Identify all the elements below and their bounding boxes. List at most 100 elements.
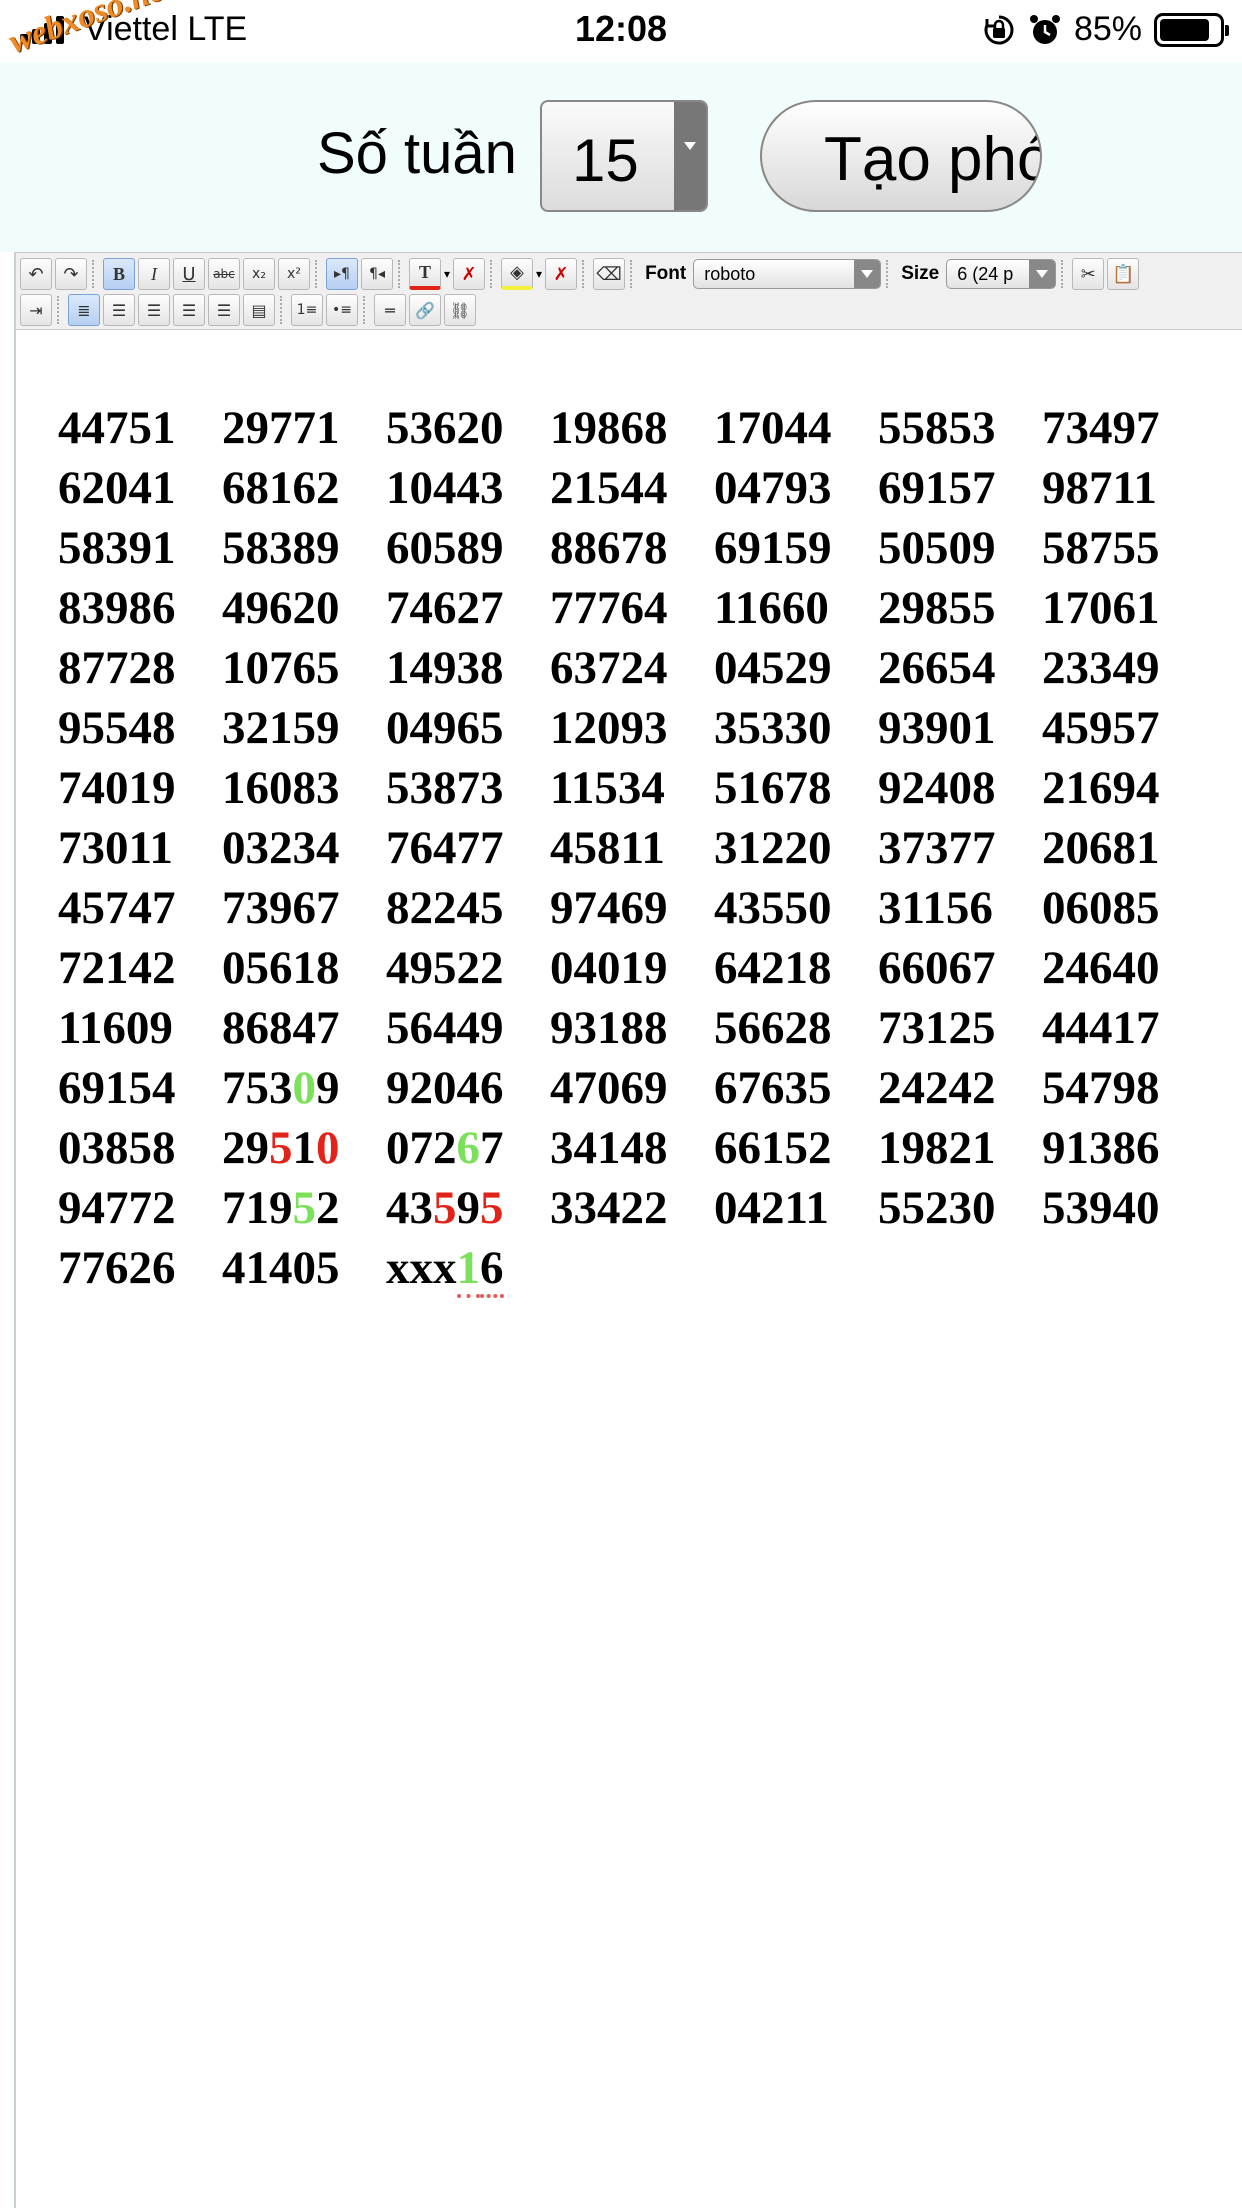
chevron-down-icon	[674, 102, 706, 210]
justify-icon[interactable]: ▤	[243, 294, 275, 326]
number-segment: 12093	[550, 702, 668, 754]
link-icon[interactable]: 🔗	[409, 294, 441, 326]
font-select[interactable]: roboto	[693, 259, 882, 289]
chevron-down-icon[interactable]: ▾	[536, 267, 542, 281]
unlink-icon[interactable]: ⛓	[444, 294, 476, 326]
bold-icon[interactable]: B	[103, 258, 135, 290]
indent-icon[interactable]: ⇥	[20, 294, 52, 326]
number-segment: 14938	[386, 642, 504, 694]
number-cell: 49620	[222, 578, 386, 638]
size-select[interactable]: 6 (24 p	[946, 259, 1057, 289]
number-cell: 86847	[222, 998, 386, 1058]
number-cell: 66152	[714, 1118, 878, 1178]
unordered-list-icon[interactable]: •≡	[326, 294, 358, 326]
editor-content[interactable]: 44751 29771 53620 19868 17044 55853 73497 62041…	[58, 398, 1208, 1298]
number-segment: 1	[292, 1122, 317, 1174]
create-button[interactable]: Tạo phó	[760, 100, 1042, 212]
number-cell: 29855	[878, 578, 1042, 638]
number-segment: 73125	[878, 1002, 996, 1054]
justify-icon[interactable]: ☰	[208, 294, 240, 326]
number-segment: 1	[456, 1242, 480, 1298]
number-cell: 74019	[58, 758, 222, 818]
number-cell: 21694	[1042, 758, 1206, 818]
align-right-icon[interactable]: ☰	[173, 294, 205, 326]
number-cell: 93901	[878, 698, 1042, 758]
paste-icon[interactable]: 📋	[1107, 258, 1140, 290]
remove-background-icon[interactable]: ✗	[545, 258, 578, 290]
number-segment: 06085	[1042, 882, 1160, 934]
number-row: 45747 73967 82245 97469 43550 31156 06085	[58, 878, 1208, 938]
font-label: Font	[645, 263, 687, 284]
subscript-icon[interactable]: x₂	[243, 258, 275, 290]
number-segment: 11609	[58, 1002, 173, 1054]
week-select[interactable]: 15	[540, 100, 708, 212]
underline-icon[interactable]: U	[173, 258, 205, 290]
number-cell: 11534	[550, 758, 714, 818]
chevron-down-icon[interactable]: ▾	[444, 267, 450, 281]
rtl-icon[interactable]: ¶◂	[361, 258, 393, 290]
ltr-icon[interactable]: ▸¶	[326, 258, 358, 290]
number-cell: 73011	[58, 818, 222, 878]
number-cell: 16083	[222, 758, 386, 818]
strikethrough-icon[interactable]: abc	[208, 258, 240, 290]
number-cell: 55230	[878, 1178, 1042, 1238]
number-cell: 91386	[1042, 1118, 1206, 1178]
number-cell: 19868	[550, 398, 714, 458]
number-segment: 94772	[58, 1182, 176, 1234]
number-segment: 53620	[386, 402, 504, 454]
redo-icon[interactable]: ↷	[55, 258, 87, 290]
toolbar-separator	[1061, 260, 1067, 288]
number-cell: 58389	[222, 518, 386, 578]
number-row: 73011 03234 76477 45811 31220 37377 20681	[58, 818, 1208, 878]
number-segment: 0	[292, 1062, 317, 1114]
chevron-down-icon	[1029, 260, 1056, 288]
superscript-icon[interactable]: x²	[278, 258, 310, 290]
number-cell: 88678	[550, 518, 714, 578]
number-cell: 53940	[1042, 1178, 1206, 1238]
number-segment: 16083	[222, 762, 340, 814]
toolbar-separator	[315, 260, 321, 288]
toolbar-separator	[57, 296, 63, 324]
number-segment: 95548	[58, 702, 176, 754]
align-left-icon[interactable]: ≣	[68, 294, 100, 326]
number-segment: 51678	[714, 762, 832, 814]
toolbar-separator	[490, 260, 496, 288]
number-cell: 54798	[1042, 1058, 1206, 1118]
number-cell: 32159	[222, 698, 386, 758]
number-segment: 9	[456, 1182, 481, 1234]
text-color-icon[interactable]: T	[409, 258, 441, 290]
undo-icon[interactable]: ↶	[20, 258, 52, 290]
italic-icon[interactable]: I	[138, 258, 170, 290]
number-segment: 45957	[1042, 702, 1160, 754]
number-cell: 35330	[714, 698, 878, 758]
status-right: 85%	[982, 10, 1229, 49]
number-segment: 23349	[1042, 642, 1160, 694]
cut-icon[interactable]: ✂	[1072, 258, 1105, 290]
align-left-icon[interactable]: ☰	[103, 294, 135, 326]
number-cell: 67635	[714, 1058, 878, 1118]
size-select-value: 6 (24 p	[957, 264, 1014, 284]
number-cell: 94772	[58, 1178, 222, 1238]
week-label: Số tuần	[317, 121, 517, 186]
font-select-value: roboto	[704, 264, 756, 284]
number-segment: 29771	[222, 402, 340, 454]
eraser-icon[interactable]: ⌫	[593, 258, 626, 290]
remove-color-icon[interactable]: ✗	[453, 258, 486, 290]
number-cell: 72142	[58, 938, 222, 998]
rich-text-editor[interactable]: ↶ ↷ B I U abc x₂ x² ▸¶ ¶◂ T ▾ ✗ ◈ ▾ ✗ ⌫ …	[14, 252, 1242, 2208]
toolbar-row-2: ⇥ ≣ ☰ ☰ ☰ ☰ ▤ 1≡ •≡ ═ 🔗 ⛓	[20, 293, 476, 327]
align-center-icon[interactable]: ☰	[138, 294, 170, 326]
number-segment: 53940	[1042, 1182, 1160, 1234]
number-segment: 60589	[386, 522, 504, 574]
background-color-icon[interactable]: ◈	[501, 258, 534, 290]
number-cell: 73497	[1042, 398, 1206, 458]
chevron-down-icon	[854, 260, 881, 288]
horizontal-rule-icon[interactable]: ═	[374, 294, 406, 326]
number-segment: 5	[269, 1122, 293, 1174]
orientation-lock-icon	[984, 15, 1014, 44]
number-segment: 45811	[550, 822, 665, 874]
number-segment: 55853	[878, 402, 996, 454]
number-cell: 45957	[1042, 698, 1206, 758]
ordered-list-icon[interactable]: 1≡	[291, 294, 323, 326]
number-segment: 73967	[222, 882, 340, 934]
